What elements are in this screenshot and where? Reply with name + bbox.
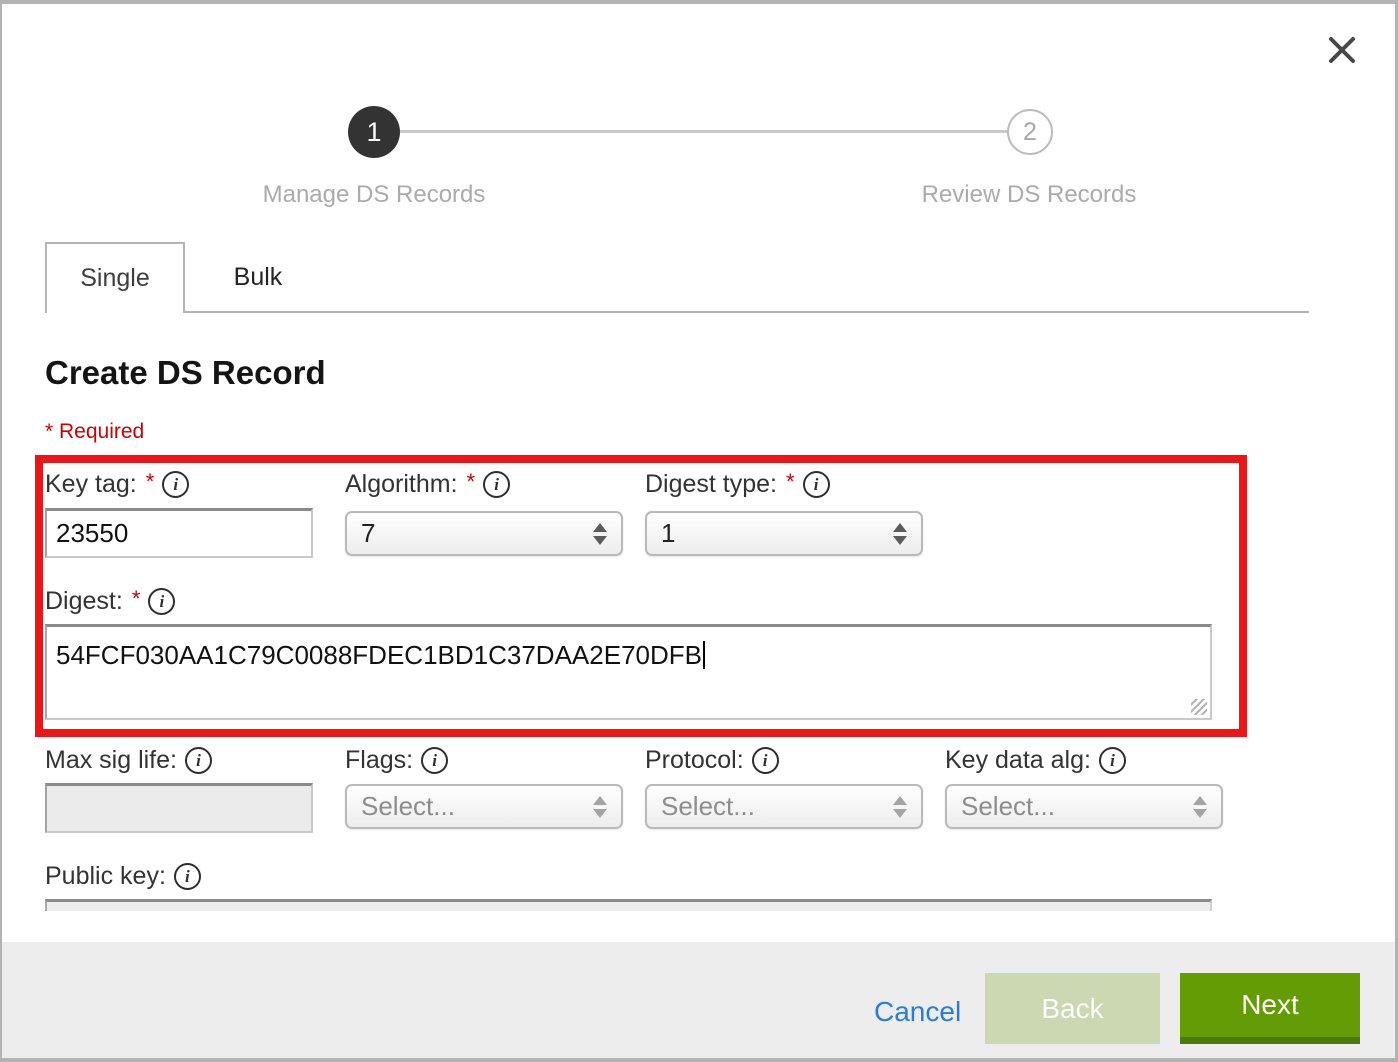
public-key-label: Public key: i bbox=[45, 862, 201, 890]
key-data-alg-label-text: Key data alg: bbox=[945, 746, 1091, 774]
info-icon[interactable]: i bbox=[803, 471, 830, 498]
key-data-alg-select-value: Select... bbox=[961, 791, 1055, 822]
digest-type-label: Digest type: * i bbox=[645, 470, 830, 498]
public-key-label-text: Public key: bbox=[45, 862, 166, 890]
flags-label-text: Flags: bbox=[345, 746, 413, 774]
required-asterisk: * bbox=[132, 587, 141, 611]
required-asterisk: * bbox=[467, 470, 476, 494]
close-button[interactable] bbox=[1322, 30, 1362, 70]
select-arrows-icon bbox=[1193, 796, 1207, 818]
select-arrows-icon bbox=[893, 796, 907, 818]
digest-type-select-value: 1 bbox=[661, 518, 675, 549]
digest-label-text: Digest: bbox=[45, 587, 123, 615]
algorithm-select-value: 7 bbox=[361, 518, 375, 549]
back-button[interactable]: Back bbox=[985, 973, 1160, 1044]
tab-bulk[interactable]: Bulk bbox=[187, 244, 329, 311]
key-tag-label-text: Key tag: bbox=[45, 470, 137, 498]
step-1-label: Manage DS Records bbox=[199, 181, 549, 209]
info-icon[interactable]: i bbox=[185, 747, 212, 774]
digest-type-label-text: Digest type: bbox=[645, 470, 777, 498]
info-icon[interactable]: i bbox=[174, 863, 201, 890]
text-cursor bbox=[703, 641, 705, 669]
select-arrows-icon bbox=[593, 523, 607, 545]
required-note: * Required bbox=[45, 420, 144, 444]
select-arrows-icon bbox=[893, 523, 907, 545]
digest-label: Digest: * i bbox=[45, 587, 175, 615]
step-2-label: Review DS Records bbox=[854, 181, 1204, 209]
info-icon[interactable]: i bbox=[162, 471, 189, 498]
next-button[interactable]: Next bbox=[1180, 973, 1360, 1044]
required-asterisk: * bbox=[786, 470, 795, 494]
close-icon bbox=[1328, 36, 1356, 64]
digest-type-select[interactable]: 1 bbox=[645, 511, 923, 556]
max-sig-life-label: Max sig life: i bbox=[45, 746, 212, 774]
algorithm-select[interactable]: 7 bbox=[345, 511, 623, 556]
protocol-label: Protocol: i bbox=[645, 746, 779, 774]
info-icon[interactable]: i bbox=[752, 747, 779, 774]
flags-select[interactable]: Select... bbox=[345, 784, 623, 829]
stepper-connector bbox=[400, 130, 1007, 133]
required-asterisk: * bbox=[146, 470, 155, 494]
info-icon[interactable]: i bbox=[483, 471, 510, 498]
tab-single[interactable]: Single bbox=[45, 242, 185, 313]
max-sig-life-label-text: Max sig life: bbox=[45, 746, 177, 774]
algorithm-label-text: Algorithm: bbox=[345, 470, 458, 498]
key-tag-label: Key tag: * i bbox=[45, 470, 189, 498]
info-icon[interactable]: i bbox=[421, 747, 448, 774]
tab-bar-divider bbox=[185, 311, 1309, 313]
create-ds-record-dialog: 1 2 Manage DS Records Review DS Records … bbox=[0, 0, 1398, 1062]
flags-label: Flags: i bbox=[345, 746, 448, 774]
flags-select-value: Select... bbox=[361, 791, 455, 822]
info-icon[interactable]: i bbox=[148, 588, 175, 615]
algorithm-label: Algorithm: * i bbox=[345, 470, 510, 498]
cancel-button[interactable]: Cancel bbox=[874, 996, 961, 1028]
max-sig-life-input[interactable] bbox=[45, 783, 313, 833]
step-2-circle: 2 bbox=[1007, 109, 1053, 155]
key-data-alg-select[interactable]: Select... bbox=[945, 784, 1223, 829]
step-1-circle: 1 bbox=[348, 106, 400, 158]
protocol-select[interactable]: Select... bbox=[645, 784, 923, 829]
page-title: Create DS Record bbox=[45, 354, 326, 392]
key-tag-input[interactable] bbox=[45, 508, 313, 558]
key-data-alg-label: Key data alg: i bbox=[945, 746, 1126, 774]
protocol-select-value: Select... bbox=[661, 791, 755, 822]
resize-handle-icon[interactable] bbox=[1191, 699, 1207, 715]
info-icon[interactable]: i bbox=[1099, 747, 1126, 774]
protocol-label-text: Protocol: bbox=[645, 746, 744, 774]
digest-textarea[interactable]: 54FCF030AA1C79C0088FDEC1BD1C37DAA2E70DFB bbox=[45, 624, 1212, 720]
select-arrows-icon bbox=[593, 796, 607, 818]
public-key-textarea[interactable] bbox=[45, 899, 1212, 911]
digest-value: 54FCF030AA1C79C0088FDEC1BD1C37DAA2E70DFB bbox=[56, 640, 702, 670]
